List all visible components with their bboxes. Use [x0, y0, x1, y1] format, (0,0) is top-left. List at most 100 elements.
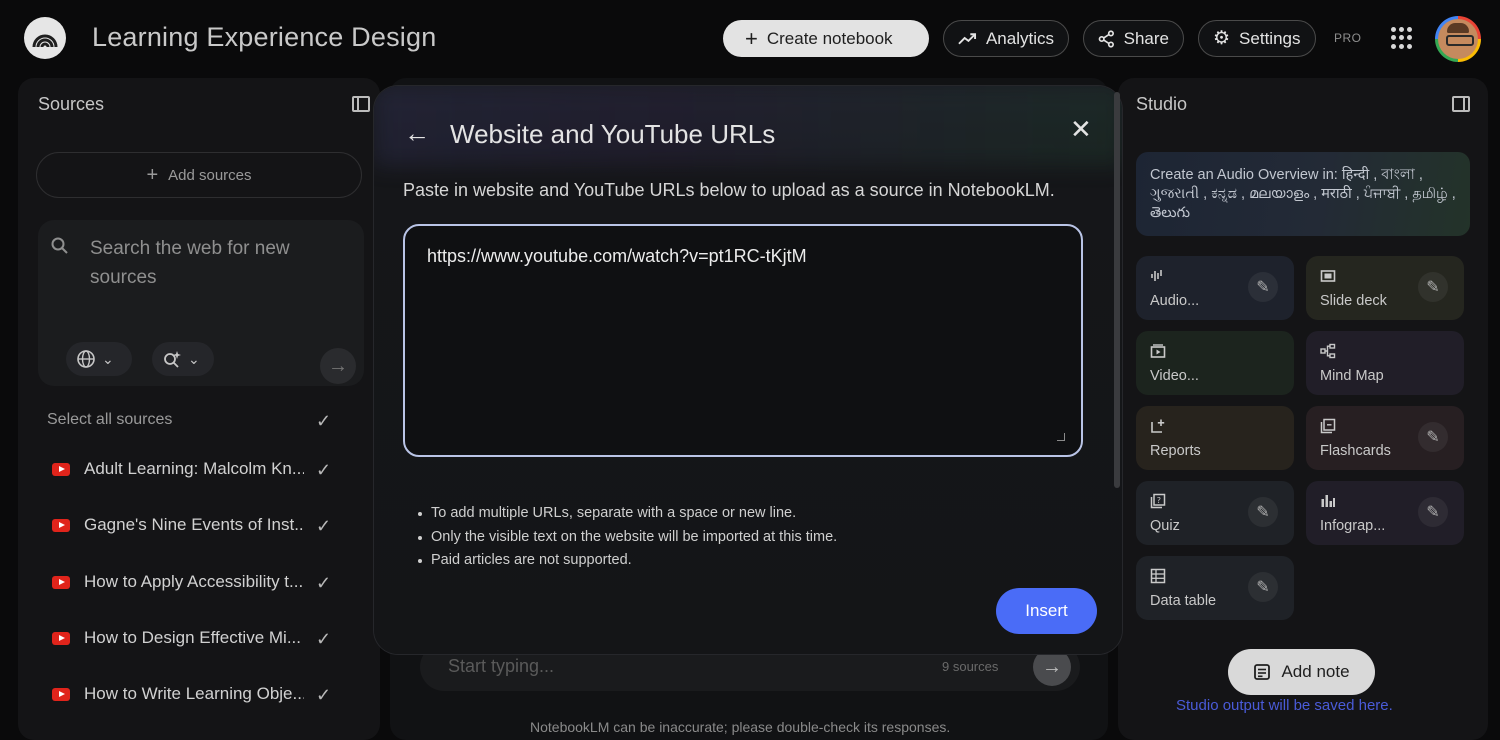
disclaimer-text: NotebookLM can be inaccurate; please dou… [530, 719, 951, 735]
collapse-panel-icon[interactable] [1452, 96, 1470, 112]
chat-input-placeholder: Start typing... [448, 656, 555, 676]
back-arrow-icon[interactable]: ← [404, 120, 430, 146]
pencil-icon[interactable]: ✎ [1248, 572, 1278, 602]
apps-grid-icon[interactable] [1391, 27, 1413, 49]
source-title: How to Write Learning Obje... [84, 684, 304, 703]
source-title: How to Apply Accessibility t... [84, 572, 304, 591]
sources-panel: Sources + Add sources Search the web for… [18, 78, 380, 740]
source-checkbox[interactable]: ✓ [316, 630, 334, 648]
source-checkbox[interactable]: ✓ [316, 686, 334, 704]
tile-video-overview[interactable]: Video... [1136, 331, 1294, 395]
close-icon[interactable]: ✕ [1070, 116, 1092, 142]
trending-up-icon [958, 32, 977, 44]
pencil-icon[interactable]: ✎ [1248, 272, 1278, 302]
list-item[interactable]: How to Apply Accessibility t... ✓ [36, 565, 366, 605]
notebooklm-logo[interactable] [24, 17, 66, 59]
top-bar: Learning Experience Design + Create note… [0, 0, 1500, 78]
source-title: Adult Learning: Malcolm Kn... [84, 459, 304, 478]
tile-label: Quiz [1150, 518, 1180, 534]
chevron-down-icon: ⌄ [102, 350, 114, 367]
share-icon [1098, 29, 1114, 48]
collapse-panel-icon[interactable] [352, 96, 370, 112]
notebook-title[interactable]: Learning Experience Design [92, 22, 436, 53]
submit-search-button[interactable]: → [320, 348, 356, 384]
search-input[interactable]: Search the web for new sources [90, 234, 330, 292]
tile-infographic[interactable]: Infograp... ✎ [1306, 481, 1464, 545]
tile-flashcards[interactable]: Flashcards ✎ [1306, 406, 1464, 470]
pencil-icon[interactable]: ✎ [1418, 272, 1448, 302]
list-item[interactable]: Gagne's Nine Events of Inst... ✓ [36, 508, 366, 548]
tile-mind-map[interactable]: Mind Map [1306, 331, 1464, 395]
search-sparkle-icon [164, 351, 181, 368]
audio-overview-banner[interactable]: Create an Audio Overview in: हिन्दी , বা… [1136, 152, 1470, 236]
tile-data-table[interactable]: Data table ✎ [1136, 556, 1294, 620]
table-icon [1150, 568, 1166, 584]
resize-handle[interactable] [1057, 433, 1065, 441]
pencil-icon[interactable]: ✎ [1418, 422, 1448, 452]
tile-label: Mind Map [1320, 368, 1384, 384]
select-all-label: Select all sources [47, 411, 173, 428]
youtube-icon [52, 463, 70, 476]
studio-title: Studio [1136, 94, 1188, 114]
slides-icon [1320, 270, 1336, 282]
share-label: Share [1123, 28, 1169, 48]
source-count: 9 sources [942, 659, 999, 674]
pencil-icon[interactable]: ✎ [1248, 497, 1278, 527]
pro-badge: PRO [1334, 31, 1362, 45]
note-item: Paid articles are not supported. [418, 549, 837, 573]
url-textarea[interactable]: https://www.youtube.com/watch?v=pt1RC-tK… [403, 224, 1083, 457]
add-sources-button[interactable]: + Add sources [36, 152, 362, 198]
globe-icon [77, 350, 95, 368]
tile-label: Video... [1150, 368, 1199, 384]
arrow-right-icon: → [328, 354, 348, 377]
settings-button[interactable]: ⚙ Settings [1198, 20, 1316, 57]
dialog-title: Website and YouTube URLs [450, 119, 776, 149]
reports-icon [1151, 419, 1165, 433]
create-notebook-button[interactable]: + Create notebook [723, 20, 929, 57]
chevron-down-icon: ⌄ [188, 350, 200, 367]
source-checkbox[interactable]: ✓ [316, 461, 334, 479]
infographic-icon [1321, 495, 1335, 507]
tile-audio-overview[interactable]: Audio... ✎ [1136, 256, 1294, 320]
research-mode-dropdown[interactable]: ⌄ [152, 342, 214, 376]
dialog-scrollbar[interactable] [1114, 92, 1120, 488]
tile-label: Slide deck [1320, 293, 1387, 309]
tile-slide-deck[interactable]: Slide deck ✎ [1306, 256, 1464, 320]
youtube-icon [52, 688, 70, 701]
list-item[interactable]: How to Write Learning Obje... ✓ [36, 677, 366, 717]
select-all-checkbox[interactable]: ✓ [316, 412, 334, 430]
plus-icon: + [146, 164, 159, 186]
note-icon [1254, 664, 1271, 680]
tile-label: Infograp... [1320, 518, 1386, 534]
settings-label: Settings [1239, 28, 1301, 48]
source-title: How to Design Effective Mi... [84, 628, 301, 647]
tile-reports[interactable]: Reports [1136, 406, 1294, 470]
quiz-icon: ? [1150, 493, 1166, 509]
waveform-icon [1151, 270, 1162, 281]
web-source-dropdown[interactable]: ⌄ [66, 342, 132, 376]
add-note-button[interactable]: Add note [1228, 649, 1375, 695]
flashcards-icon [1320, 418, 1336, 434]
tile-label: Reports [1150, 443, 1201, 459]
source-checkbox[interactable]: ✓ [316, 517, 334, 535]
source-checkbox[interactable]: ✓ [316, 574, 334, 592]
insert-button[interactable]: Insert [996, 588, 1097, 634]
pencil-icon[interactable]: ✎ [1418, 497, 1448, 527]
tile-quiz[interactable]: ? Quiz ✎ [1136, 481, 1294, 545]
avatar[interactable] [1435, 16, 1481, 62]
search-icon [51, 237, 68, 254]
mind-map-icon [1320, 343, 1336, 359]
sources-title: Sources [38, 94, 105, 114]
list-item[interactable]: How to Design Effective Mi... ✓ [36, 621, 366, 661]
svg-text:?: ? [1157, 496, 1161, 505]
analytics-label: Analytics [985, 28, 1054, 48]
analytics-button[interactable]: Analytics [943, 20, 1069, 57]
list-item[interactable]: Adult Learning: Malcolm Kn... ✓ [36, 452, 366, 492]
share-button[interactable]: Share [1083, 20, 1184, 57]
url-textarea-value: https://www.youtube.com/watch?v=pt1RC-tK… [427, 246, 807, 266]
plus-icon: + [745, 25, 758, 51]
note-item: To add multiple URLs, separate with a sp… [418, 502, 837, 526]
add-sources-label: Add sources [168, 166, 252, 184]
tile-label: Flashcards [1320, 443, 1391, 459]
dialog-description: Paste in website and YouTube URLs below … [403, 180, 1055, 200]
